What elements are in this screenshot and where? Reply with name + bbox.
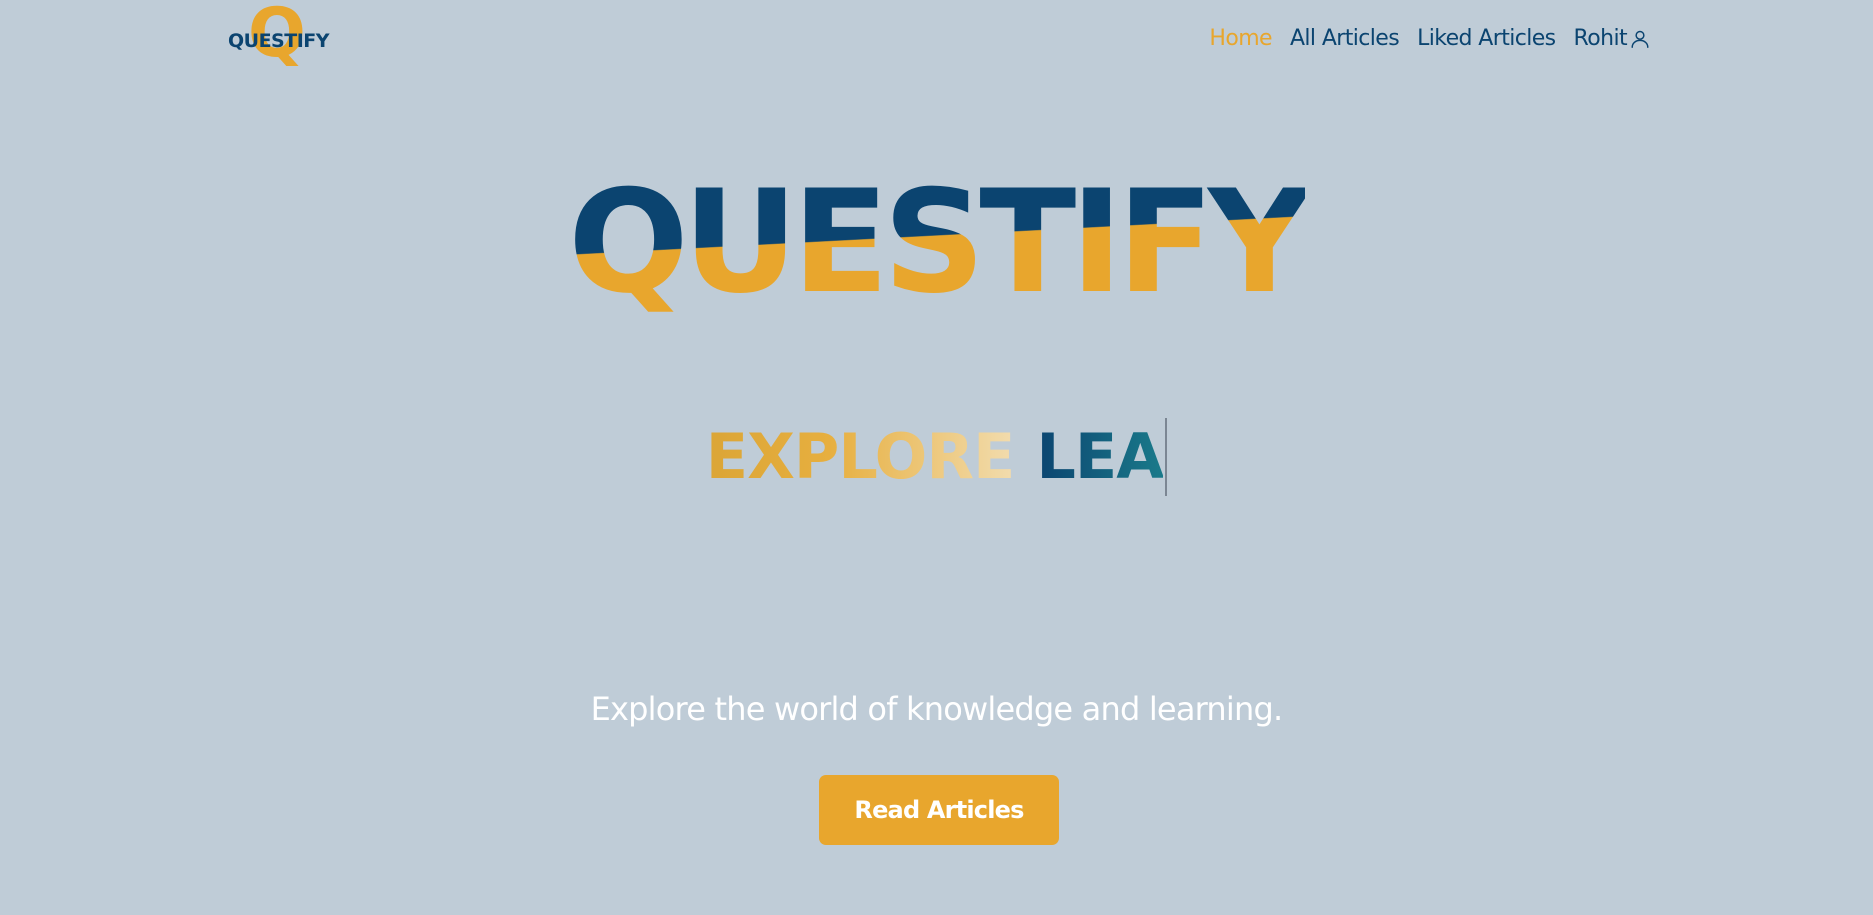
nav-link-liked-articles[interactable]: Liked Articles: [1417, 26, 1556, 51]
hero-tagline: Explore the world of knowledge and learn…: [590, 690, 1284, 728]
logo-text: QUESTIFY: [228, 30, 330, 52]
nav-links: Home All Articles Liked Articles Rohit: [1209, 26, 1651, 51]
typing-text: EXPLORE LEA: [706, 418, 1168, 496]
nav-link-home[interactable]: Home: [1209, 26, 1272, 51]
read-articles-button[interactable]: Read Articles: [819, 775, 1059, 845]
hero-title: QUESTIFY: [568, 160, 1311, 325]
typing-caret: [1165, 418, 1168, 496]
nav-user-name: Rohit: [1573, 26, 1628, 51]
typing-word-partial: LEA: [1036, 419, 1164, 493]
nav-user-profile[interactable]: Rohit: [1574, 26, 1651, 51]
navbar: Q QUESTIFY Home All Articles Liked Artic…: [0, 0, 1873, 80]
user-icon: [1629, 28, 1651, 50]
typing-headline: EXPLORE LEA: [0, 418, 1873, 496]
typing-word-explore: EXPLORE: [705, 419, 1016, 493]
logo[interactable]: Q QUESTIFY: [228, 0, 330, 74]
nav-link-all-articles[interactable]: All Articles: [1290, 26, 1400, 51]
hero-title-wrap: QUESTIFY: [0, 168, 1873, 317]
